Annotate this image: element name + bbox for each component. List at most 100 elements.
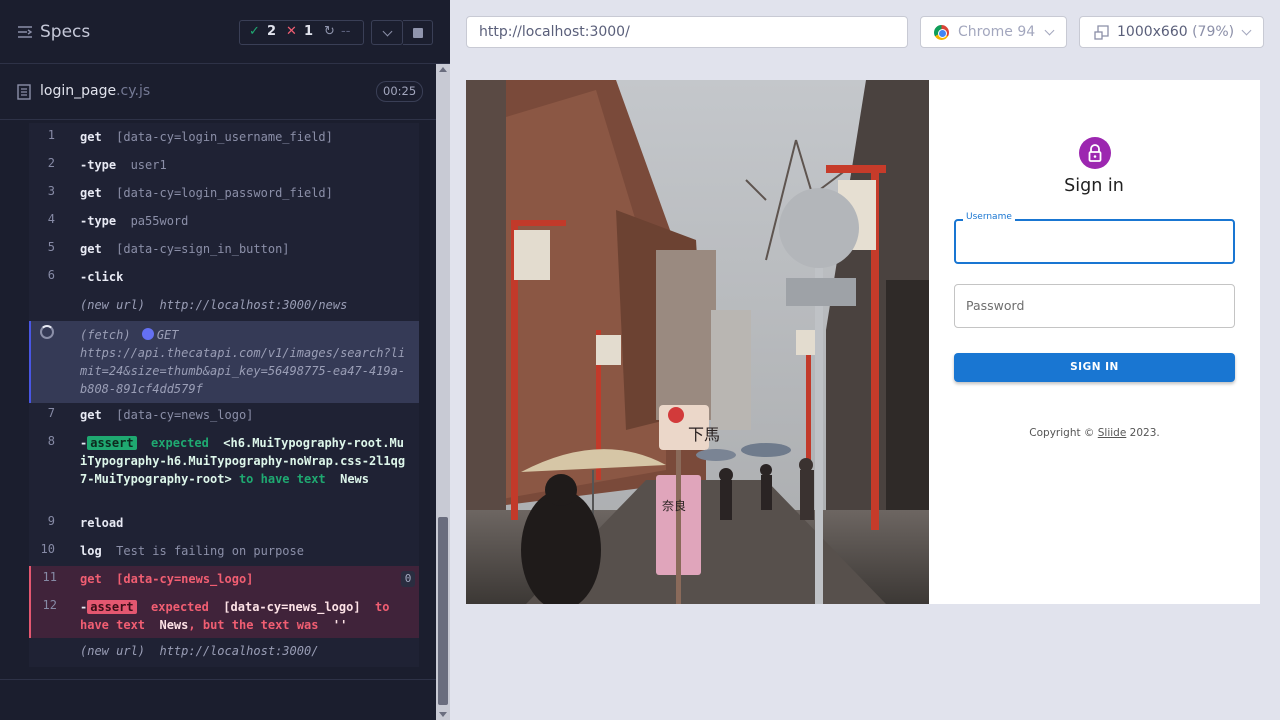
copyright-prefix: Copyright ©: [1029, 427, 1098, 439]
command-text: (new url) http://localhost:3000/news: [80, 296, 410, 314]
command-text: - assert expected [data-cy=news_logo] to …: [80, 598, 410, 634]
assert-row[interactable]: 8 - assert expected <h6.MuiTypography-roo…: [29, 434, 419, 506]
copyright-link[interactable]: Sliide: [1098, 427, 1127, 439]
lock-icon: [1088, 144, 1102, 162]
command-row[interactable]: 2 -type user1: [29, 156, 419, 174]
test-stats: ✓ 2 ✕ 1 ↻ --: [239, 20, 364, 45]
loading-spinner-icon: [40, 325, 54, 339]
fetch-command-row[interactable]: (fetch) GET https://api.thecatapi.com/v1…: [29, 321, 419, 403]
username-label: Username: [963, 212, 1015, 222]
command-arg: [data-cy=login_password_field]: [116, 186, 333, 200]
failed-assert-row[interactable]: 12 - assert expected [data-cy=news_logo] …: [29, 592, 419, 638]
password-placeholder: Password: [966, 298, 1025, 313]
command-row[interactable]: 6 -click: [29, 268, 419, 286]
command-row[interactable]: 7 get [data-cy=news_logo]: [29, 406, 419, 424]
command-text: log Test is failing on purpose: [80, 542, 410, 560]
assert-badge: assert: [87, 436, 137, 450]
assert-badge: assert: [87, 600, 137, 614]
assert-but: , but the text was: [188, 618, 319, 632]
copyright: Copyright © Sliide 2023.: [954, 427, 1235, 439]
command-row[interactable]: 3 get [data-cy=login_password_field]: [29, 184, 419, 202]
passed-count: 2: [267, 24, 277, 39]
specs-list-icon[interactable]: [17, 25, 33, 39]
command-text: get [data-cy=news_logo]: [80, 406, 410, 424]
command-number: 11: [42, 570, 57, 584]
command-number: 6: [47, 268, 55, 282]
failed-count: 1: [304, 24, 314, 39]
failed-command-row[interactable]: 11 get [data-cy=news_logo] 0: [29, 566, 419, 592]
stop-button[interactable]: [403, 20, 433, 45]
command-number: 12: [42, 598, 57, 612]
command-text: -click: [80, 268, 410, 286]
sign-text-2: 奈良: [662, 498, 686, 513]
command-row[interactable]: (new url) http://localhost:3000/: [29, 642, 419, 660]
sign-text-1: 下馬: [688, 425, 720, 444]
assert-expected: expected: [151, 600, 209, 614]
reporter-panel: Specs ✓ 2 ✕ 1 ↻ -- login_page.cy.js 00:2…: [0, 0, 450, 720]
command-number: 8: [47, 434, 55, 448]
command-text: - assert expected <h6.MuiTypography-root.…: [80, 434, 410, 488]
street-photo-art: 下馬 奈良: [466, 80, 929, 604]
command-text: -type pa55word: [80, 212, 410, 230]
command-row[interactable]: 9 reload: [29, 514, 419, 532]
command-name: get: [80, 130, 102, 144]
street-photo: 下馬 奈良: [466, 80, 929, 604]
url-bar[interactable]: http://localhost:3000/: [466, 16, 908, 48]
command-name: (new url): [80, 298, 146, 312]
command-number: 9: [47, 514, 55, 528]
viewport-size: 1000x660: [1117, 24, 1188, 40]
page-title: Sign in: [1064, 176, 1124, 196]
command-log: 1 get [data-cy=login_username_field] 2 -…: [29, 123, 419, 667]
fetch-method: GET: [156, 328, 179, 342]
command-name: get: [80, 572, 102, 586]
scrollbar[interactable]: [436, 64, 450, 720]
sign-in-button[interactable]: SIGN IN: [954, 353, 1235, 382]
command-row[interactable]: 5 get [data-cy=sign_in_button]: [29, 240, 419, 258]
command-name: -type: [80, 214, 117, 228]
specs-title[interactable]: Specs: [40, 22, 90, 42]
command-name: (new url): [80, 644, 146, 658]
element-count-badge: 0: [401, 571, 415, 587]
command-arg: user1: [130, 158, 167, 172]
assert-value: News: [340, 472, 370, 486]
command-name: log: [80, 544, 102, 558]
command-row[interactable]: (new url) http://localhost:3000/news: [29, 296, 419, 314]
command-number: 5: [47, 240, 55, 254]
divider: [0, 679, 436, 680]
command-row[interactable]: 10 log Test is failing on purpose: [29, 542, 419, 560]
assert-expected: expected: [151, 436, 209, 450]
cross-icon: ✕: [286, 24, 297, 39]
command-text: get [data-cy=news_logo]: [80, 570, 410, 588]
command-text: (new url) http://localhost:3000/: [80, 642, 410, 660]
scroll-up-arrow-icon[interactable]: [439, 67, 447, 72]
copyright-suffix: 2023.: [1126, 427, 1160, 439]
assert-to-have: to have text: [238, 472, 326, 486]
url-text: http://localhost:3000/: [479, 24, 630, 40]
spec-duration: 00:25: [376, 81, 424, 102]
reporter-header: Specs ✓ 2 ✕ 1 ↻ --: [0, 0, 450, 64]
username-field[interactable]: Username: [954, 212, 1235, 264]
command-number: 10: [40, 542, 55, 556]
avatar: [1079, 137, 1111, 169]
browser-selector[interactable]: Chrome 94: [920, 16, 1067, 48]
browser-label: Chrome 94: [958, 24, 1036, 40]
stop-icon: [413, 28, 423, 38]
command-arg: http://localhost:3000/: [159, 644, 319, 658]
command-name: -type: [80, 158, 117, 172]
command-text: get [data-cy=login_password_field]: [80, 184, 410, 202]
command-arg: [data-cy=news_logo]: [116, 572, 254, 586]
password-field[interactable]: Password: [954, 284, 1235, 328]
spec-file-row[interactable]: login_page.cy.js 00:25: [0, 65, 436, 120]
command-row[interactable]: 1 get [data-cy=login_username_field]: [29, 128, 419, 146]
command-number: 7: [47, 406, 55, 420]
expand-all-button[interactable]: [371, 20, 403, 45]
spec-file-ext: .cy.js: [116, 83, 151, 99]
viewport-selector[interactable]: 1000x660 (79%): [1079, 16, 1264, 48]
command-row[interactable]: 4 -type pa55word: [29, 212, 419, 230]
command-arg: [data-cy=login_username_field]: [116, 130, 333, 144]
spec-file-base: login_page: [40, 83, 117, 99]
scroll-down-arrow-icon[interactable]: [439, 712, 447, 717]
command-name: reload: [80, 516, 124, 530]
scrollbar-thumb[interactable]: [438, 517, 448, 705]
check-icon: ✓: [249, 24, 260, 39]
